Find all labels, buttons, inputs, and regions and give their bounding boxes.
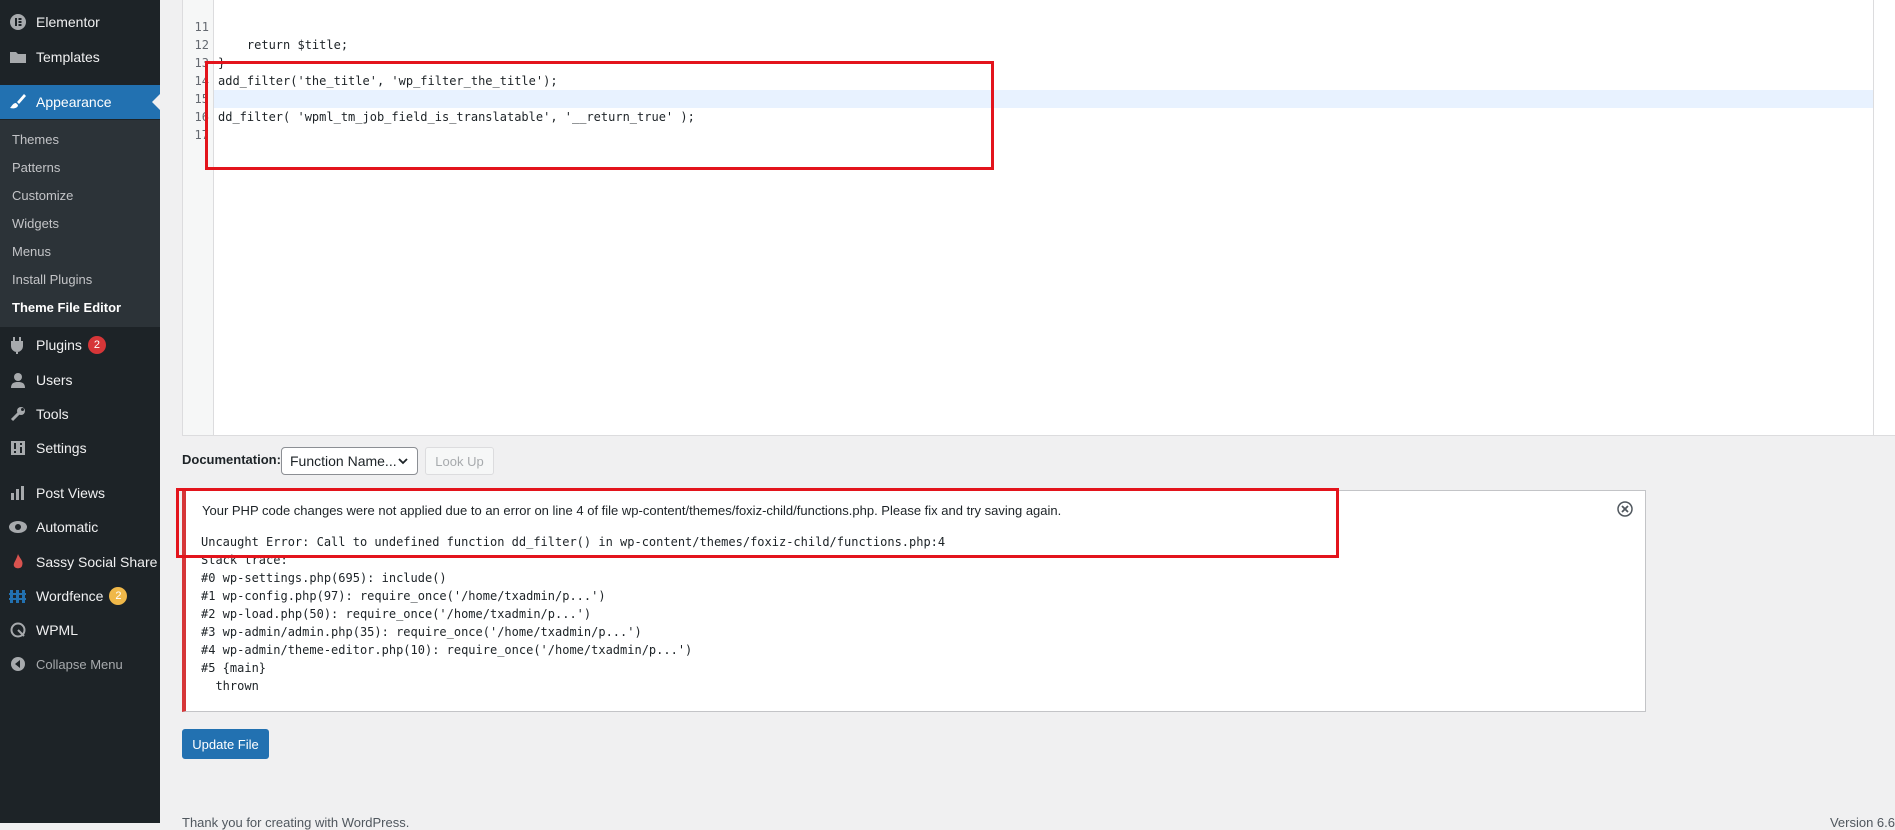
menu-item-wordfence[interactable]: Wordfence 2	[0, 579, 160, 613]
menu-item-appearance[interactable]: Appearance	[0, 85, 160, 119]
menu-item-templates[interactable]: Templates	[0, 40, 160, 74]
collapse-icon	[8, 654, 28, 674]
trace-line: #5 {main}	[201, 661, 267, 675]
trace-line: #1 wp-config.php(97): require_once('/hom…	[201, 589, 606, 603]
menu-item-plugins[interactable]: Plugins 2	[0, 328, 160, 362]
dismiss-icon[interactable]	[1617, 501, 1633, 517]
elementor-icon	[8, 12, 28, 32]
menu-item-post-views[interactable]: Post Views	[0, 476, 160, 510]
wrench-icon	[8, 404, 28, 424]
user-icon	[8, 370, 28, 390]
menu-label: Collapse Menu	[36, 656, 123, 672]
wpml-icon	[8, 620, 28, 640]
menu-item-wpml[interactable]: WPML	[0, 613, 160, 647]
trace-line: #4 wp-admin/theme-editor.php(10): requir…	[201, 643, 693, 657]
menu-label: Tools	[36, 406, 69, 422]
code-line: 13 add_filter('the_title', 'wp_filter_th…	[183, 36, 558, 88]
menu-label: Sassy Social Share	[36, 554, 158, 570]
chart-icon	[8, 483, 28, 503]
settings-icon	[8, 438, 28, 458]
documentation-label: Documentation:	[182, 452, 281, 467]
trace-line: #0 wp-settings.php(695): include()	[201, 571, 447, 585]
folder-icon	[8, 47, 28, 67]
menu-label: Appearance	[36, 94, 112, 110]
automatic-icon	[8, 517, 28, 537]
annotation-box-error	[176, 488, 1339, 558]
submenu-themes[interactable]: Themes	[12, 132, 59, 147]
paintbrush-icon	[8, 92, 28, 112]
update-file-button[interactable]: Update File	[182, 729, 269, 759]
trace-line: #2 wp-load.php(50): require_once('/home/…	[201, 607, 592, 621]
menu-label: WPML	[36, 622, 78, 638]
trace-line: #3 wp-admin/admin.php(35): require_once(…	[201, 625, 642, 639]
annotation-box-code	[205, 61, 994, 170]
code-text: return $title;	[218, 38, 349, 52]
submenu-theme-file-editor[interactable]: Theme File Editor	[12, 300, 121, 315]
collapse-menu-button[interactable]: Collapse Menu	[0, 647, 160, 681]
code-line: 12 }	[183, 18, 226, 70]
menu-item-settings[interactable]: Settings	[0, 431, 160, 465]
menu-label: Elementor	[36, 14, 100, 30]
menu-label: Templates	[36, 49, 100, 65]
editor-divider	[1873, 0, 1874, 435]
admin-sidebar: Elementor Templates Appearance Themes Pa…	[0, 0, 160, 823]
submenu-menus[interactable]: Menus	[12, 244, 51, 259]
menu-label: Settings	[36, 440, 87, 456]
update-count-badge: 2	[87, 336, 106, 354]
menu-label: Post Views	[36, 485, 105, 501]
function-name-select[interactable]: Function Name...	[281, 447, 418, 475]
flame-icon	[8, 552, 28, 572]
menu-item-sassy-social-share[interactable]: Sassy Social Share	[0, 545, 160, 579]
menu-label: Wordfence	[36, 588, 104, 604]
menu-label: Users	[36, 372, 73, 388]
menu-item-automatic[interactable]: Automatic	[0, 510, 160, 544]
look-up-button[interactable]: Look Up	[425, 447, 494, 475]
menu-item-tools[interactable]: Tools	[0, 397, 160, 431]
select-value: Function Name...	[290, 453, 397, 469]
menu-item-users[interactable]: Users	[0, 363, 160, 397]
appearance-submenu: Themes Patterns Customize Widgets Menus …	[0, 120, 160, 327]
menu-label: Plugins	[36, 337, 82, 353]
chevron-down-icon	[397, 454, 409, 470]
code-line: 11 return $title;	[183, 0, 349, 52]
submenu-patterns[interactable]: Patterns	[12, 160, 60, 175]
trace-line: thrown	[201, 679, 259, 693]
update-count-badge: 2	[109, 587, 128, 605]
wordfence-icon	[8, 586, 28, 606]
plugin-icon	[8, 335, 28, 355]
menu-item-elementor[interactable]: Elementor	[0, 5, 160, 39]
submenu-install-plugins[interactable]: Install Plugins	[12, 272, 92, 287]
menu-label: Automatic	[36, 519, 99, 535]
submenu-customize[interactable]: Customize	[12, 188, 73, 203]
submenu-widgets[interactable]: Widgets	[12, 216, 59, 231]
